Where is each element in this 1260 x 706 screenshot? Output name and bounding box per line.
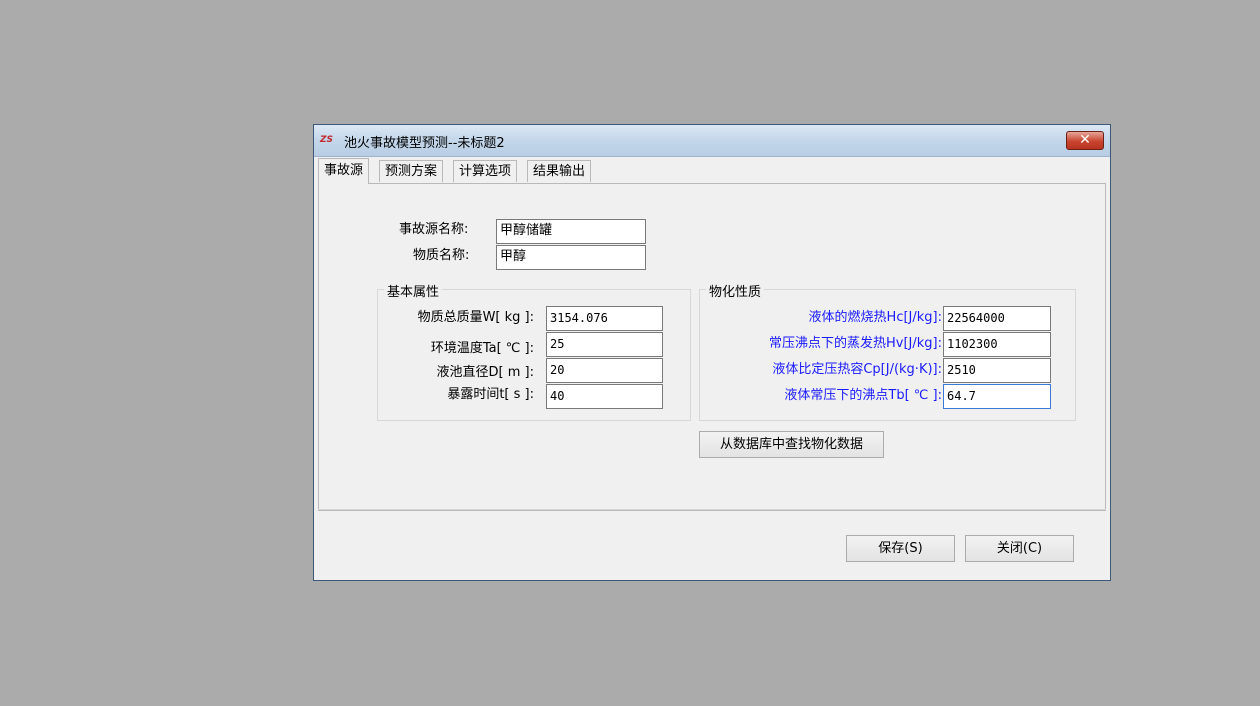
tab-result-output[interactable]: 结果输出: [527, 160, 592, 182]
ambient-temp-label: 环境温度Ta[ ℃ ]:: [430, 341, 534, 356]
basic-properties-group: 基本属性 物质总质量W[ kg ]: 3154.076 环境温度Ta[ ℃ ]:…: [377, 281, 691, 421]
heat-of-vaporization-input[interactable]: 1102300: [943, 332, 1051, 357]
source-name-input[interactable]: 甲醇储罐: [496, 219, 646, 244]
panel-content: 事故源名称: 甲醇储罐 物质名称: 甲醇 基本属性 物质总质量W[ kg ]: …: [326, 188, 1105, 503]
physchem-properties-title: 物化性质: [706, 281, 765, 300]
tab-accident-source[interactable]: 事故源: [318, 158, 370, 184]
exposure-time-input[interactable]: 40: [546, 384, 663, 409]
specific-heat-label: 液体比定压热容Cp[J/(kg·K)]:: [772, 362, 942, 377]
window-title: 池火事故模型预测--未标题2: [344, 136, 505, 151]
title-bar[interactable]: ZS 池火事故模型预测--未标题2 ✕: [314, 125, 1110, 157]
substance-name-label: 物质名称:: [413, 248, 470, 263]
lookup-database-button[interactable]: 从数据库中查找物化数据: [699, 431, 884, 458]
heat-of-combustion-label: 液体的燃烧热Hc[J/kg]:: [808, 310, 942, 325]
close-icon: ✕: [1079, 132, 1091, 148]
dialog-window: ZS 池火事故模型预测--未标题2 ✕ 事故源 预测方案 计算选项 结果输出 事…: [313, 124, 1111, 581]
tab-prediction-plan[interactable]: 预测方案: [379, 160, 444, 182]
ambient-temp-input[interactable]: 25: [546, 332, 663, 357]
physchem-properties-group: 物化性质 液体的燃烧热Hc[J/kg]: 22564000 常压沸点下的蒸发热H…: [699, 281, 1076, 421]
basic-properties-title: 基本属性: [384, 281, 443, 300]
pool-diameter-input[interactable]: 20: [546, 358, 663, 383]
exposure-time-label: 暴露时间t[ s ]:: [447, 387, 534, 402]
heat-of-vaporization-label: 常压沸点下的蒸发热Hv[J/kg]:: [769, 336, 942, 351]
pool-diameter-label: 液池直径D[ m ]:: [436, 365, 534, 380]
app-icon: ZS: [320, 135, 334, 145]
save-button[interactable]: 保存(S): [846, 535, 955, 562]
mass-input[interactable]: 3154.076: [546, 306, 663, 331]
source-name-label: 事故源名称:: [399, 222, 469, 237]
specific-heat-input[interactable]: 2510: [943, 358, 1051, 383]
heat-of-combustion-input[interactable]: 22564000: [943, 306, 1051, 331]
substance-name-input[interactable]: 甲醇: [496, 245, 646, 270]
boiling-point-input[interactable]: 64.7: [943, 384, 1051, 409]
tab-panel: 事故源名称: 甲醇储罐 物质名称: 甲醇 基本属性 物质总质量W[ kg ]: …: [318, 183, 1106, 511]
boiling-point-label: 液体常压下的沸点Tb[ ℃ ]:: [784, 388, 942, 403]
mass-label: 物质总质量W[ kg ]:: [417, 310, 534, 325]
footer-separator: [318, 509, 1106, 510]
close-button[interactable]: 关闭(C): [965, 535, 1074, 562]
close-window-button[interactable]: ✕: [1066, 131, 1104, 150]
tab-calc-options[interactable]: 计算选项: [453, 160, 518, 182]
